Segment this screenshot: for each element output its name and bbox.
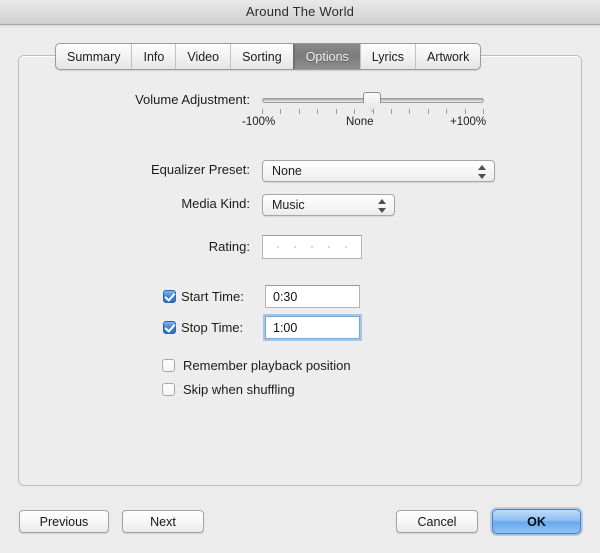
volume-mid-label: None	[346, 116, 374, 128]
start-time-input[interactable]: 0:30	[265, 285, 360, 308]
slider-tick	[354, 109, 355, 114]
next-button[interactable]: Next	[122, 510, 204, 533]
cancel-button[interactable]: Cancel	[396, 510, 478, 533]
stop-time-input[interactable]: 1:00	[265, 316, 360, 339]
volume-min-label: -100%	[242, 116, 276, 128]
stop-time-value: 1:00	[273, 321, 298, 335]
volume-adjustment-label: Volume Adjustment:	[135, 92, 250, 107]
tab-summary[interactable]: Summary	[56, 44, 131, 69]
stepper-arrows-icon[interactable]	[478, 164, 487, 180]
equalizer-preset-label: Equalizer Preset:	[151, 162, 250, 177]
media-kind-label: Media Kind:	[181, 196, 250, 211]
remember-playback-option[interactable]: Remember playback position	[162, 358, 351, 373]
equalizer-preset-select[interactable]: None	[262, 160, 495, 182]
stop-time-row: Stop Time: 1:00	[0, 316, 600, 340]
rating-stars-field[interactable]	[262, 235, 362, 259]
tab-bar: Summary Info Video Sorting Options Lyric…	[55, 43, 482, 70]
track-info-dialog: Around The World Summary Info Video Sort…	[0, 0, 600, 553]
slider-tick	[299, 109, 300, 114]
volume-max-label: +100%	[450, 116, 487, 128]
volume-slider[interactable]: -100% None +100%	[242, 92, 487, 132]
window-title: Around The World	[245, 4, 355, 19]
start-time-value: 0:30	[273, 290, 298, 304]
remember-playback-label: Remember playback position	[183, 358, 351, 373]
equalizer-preset-value: None	[272, 164, 302, 178]
slider-tick	[446, 109, 447, 114]
volume-slider-thumb[interactable]	[363, 92, 381, 112]
skip-shuffling-option[interactable]: Skip when shuffling	[162, 382, 295, 397]
tab-lyrics[interactable]: Lyrics	[359, 44, 415, 69]
slider-tick	[409, 109, 410, 114]
slider-tick	[465, 109, 466, 114]
remember-playback-checkbox[interactable]	[162, 359, 175, 372]
star-icon[interactable]	[344, 246, 347, 248]
start-time-label: Start Time:	[181, 289, 244, 304]
media-kind-row: Media Kind: Music	[0, 194, 600, 216]
window-titlebar: Around The World	[0, 0, 600, 25]
equalizer-preset-row: Equalizer Preset: None	[0, 160, 600, 182]
star-icon[interactable]	[327, 246, 330, 248]
slider-tick	[262, 109, 263, 114]
skip-shuffling-label: Skip when shuffling	[183, 382, 295, 397]
previous-button[interactable]: Previous	[19, 510, 109, 533]
slider-tick	[373, 109, 374, 114]
rating-label: Rating:	[208, 239, 250, 254]
stop-time-label: Stop Time:	[181, 320, 244, 335]
tab-info[interactable]: Info	[131, 44, 175, 69]
skip-shuffling-checkbox[interactable]	[162, 383, 175, 396]
slider-tick	[317, 109, 318, 114]
titlebar-shadow	[0, 25, 600, 28]
media-kind-select[interactable]: Music	[262, 194, 395, 216]
slider-tick	[391, 109, 392, 114]
start-time-row: Start Time: 0:30	[0, 285, 600, 309]
stop-time-checkbox[interactable]	[163, 321, 176, 334]
slider-tick	[280, 109, 281, 114]
tab-sorting[interactable]: Sorting	[230, 44, 294, 69]
stepper-arrows-icon[interactable]	[378, 198, 387, 214]
slider-tick	[428, 109, 429, 114]
ok-button[interactable]: OK	[492, 509, 581, 534]
tab-artwork[interactable]: Artwork	[414, 44, 480, 69]
tab-options[interactable]: Options	[293, 44, 360, 69]
star-icon[interactable]	[310, 246, 313, 248]
tab-video[interactable]: Video	[175, 44, 230, 69]
media-kind-value: Music	[272, 198, 305, 212]
rating-row: Rating:	[0, 235, 600, 259]
star-icon[interactable]	[277, 246, 280, 248]
star-icon[interactable]	[294, 246, 297, 248]
slider-tick	[336, 109, 337, 114]
slider-tick	[483, 109, 484, 114]
start-time-checkbox[interactable]	[163, 290, 176, 303]
